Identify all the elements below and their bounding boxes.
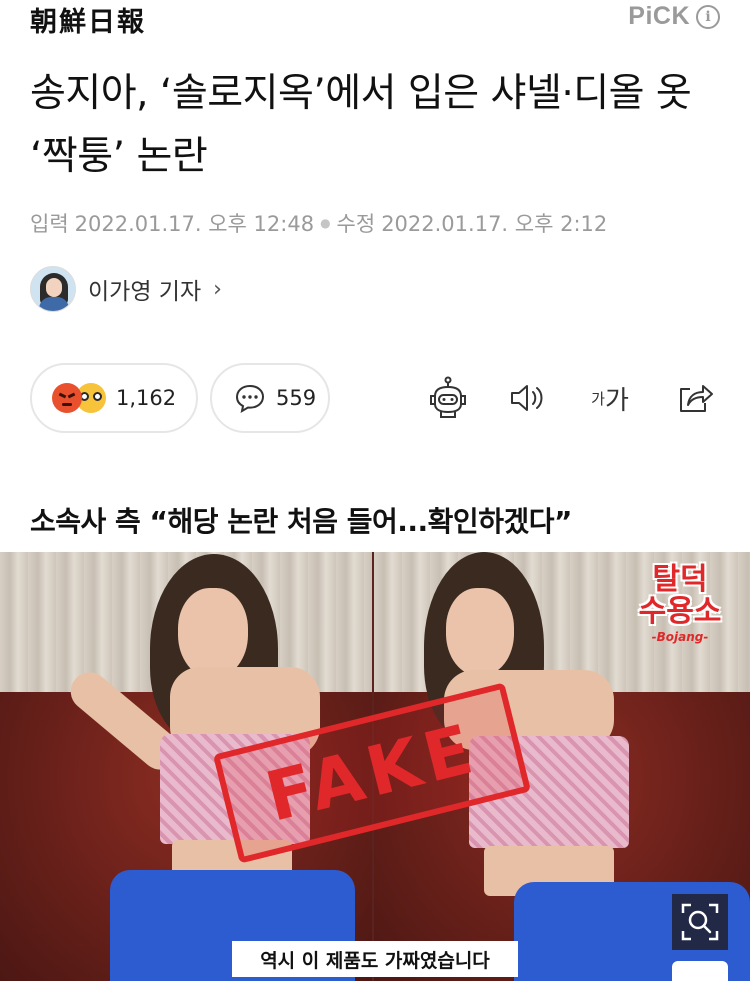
separator-dot: ● bbox=[320, 216, 331, 230]
font-size-button[interactable]: 가가 bbox=[585, 372, 635, 424]
show-logo: 탈덕 수용소 -Bojang- bbox=[628, 562, 732, 645]
top-bar: 朝鮮日報 PiCK i bbox=[0, 0, 750, 39]
published-label: 입력 bbox=[30, 212, 69, 236]
font-big-label: 가 bbox=[604, 385, 629, 416]
published-time: 2022.01.17. 오후 12:48 bbox=[74, 212, 315, 236]
article-subheading: 소속사 측 “해당 논란 처음 들어...확인하겠다” bbox=[30, 505, 572, 538]
angry-emoji-icon bbox=[52, 383, 82, 413]
reaction-count: 1,162 bbox=[116, 386, 177, 410]
pick-label: PiCK bbox=[628, 2, 690, 30]
comment-button[interactable]: 559 bbox=[210, 363, 330, 433]
chevron-right-icon: › bbox=[213, 276, 222, 302]
speaker-icon[interactable] bbox=[508, 372, 548, 424]
show-logo-line2: 수용소 bbox=[638, 594, 722, 629]
article-photo[interactable]: 탈덕 수용소 -Bojang- FAKE 역시 이 제품도 가짜였습니다 bbox=[0, 552, 750, 981]
comment-count: 559 bbox=[276, 386, 317, 410]
reporter-link[interactable]: 이가영 기자 › bbox=[30, 266, 222, 312]
reporter-name: 이가영 기자 bbox=[88, 279, 202, 305]
info-icon[interactable]: i bbox=[696, 4, 720, 29]
show-logo-line1: 탈덕 bbox=[652, 562, 708, 597]
dateline: 입력 2022.01.17. 오후 12:48 ● 수정 2022.01.17.… bbox=[30, 208, 607, 238]
article-title: 송지아, ‘솔로지옥’에서 입은 샤넬·디올 옷 ‘짝퉁’ 논란 bbox=[30, 71, 692, 179]
show-logo-sub: -Bojang- bbox=[651, 630, 709, 644]
comment-icon bbox=[234, 383, 266, 413]
robot-icon[interactable] bbox=[426, 372, 470, 424]
chosun-logo[interactable]: 朝鮮日報 bbox=[30, 0, 146, 39]
modified-time: 2022.01.17. 오후 2:12 bbox=[381, 212, 608, 236]
reporter-avatar bbox=[30, 266, 76, 312]
floating-chip[interactable] bbox=[672, 961, 728, 981]
reaction-button[interactable]: 1,162 bbox=[30, 363, 198, 433]
article-tools: 가가 bbox=[420, 372, 720, 424]
share-icon[interactable] bbox=[675, 372, 715, 424]
photo-caption: 역시 이 제품도 가짜였습니다 bbox=[232, 941, 518, 977]
zoom-icon[interactable] bbox=[672, 894, 728, 950]
modified-label: 수정 bbox=[336, 212, 376, 236]
font-small-label: 가 bbox=[591, 389, 605, 408]
pick-badge[interactable]: PiCK i bbox=[628, 2, 720, 31]
